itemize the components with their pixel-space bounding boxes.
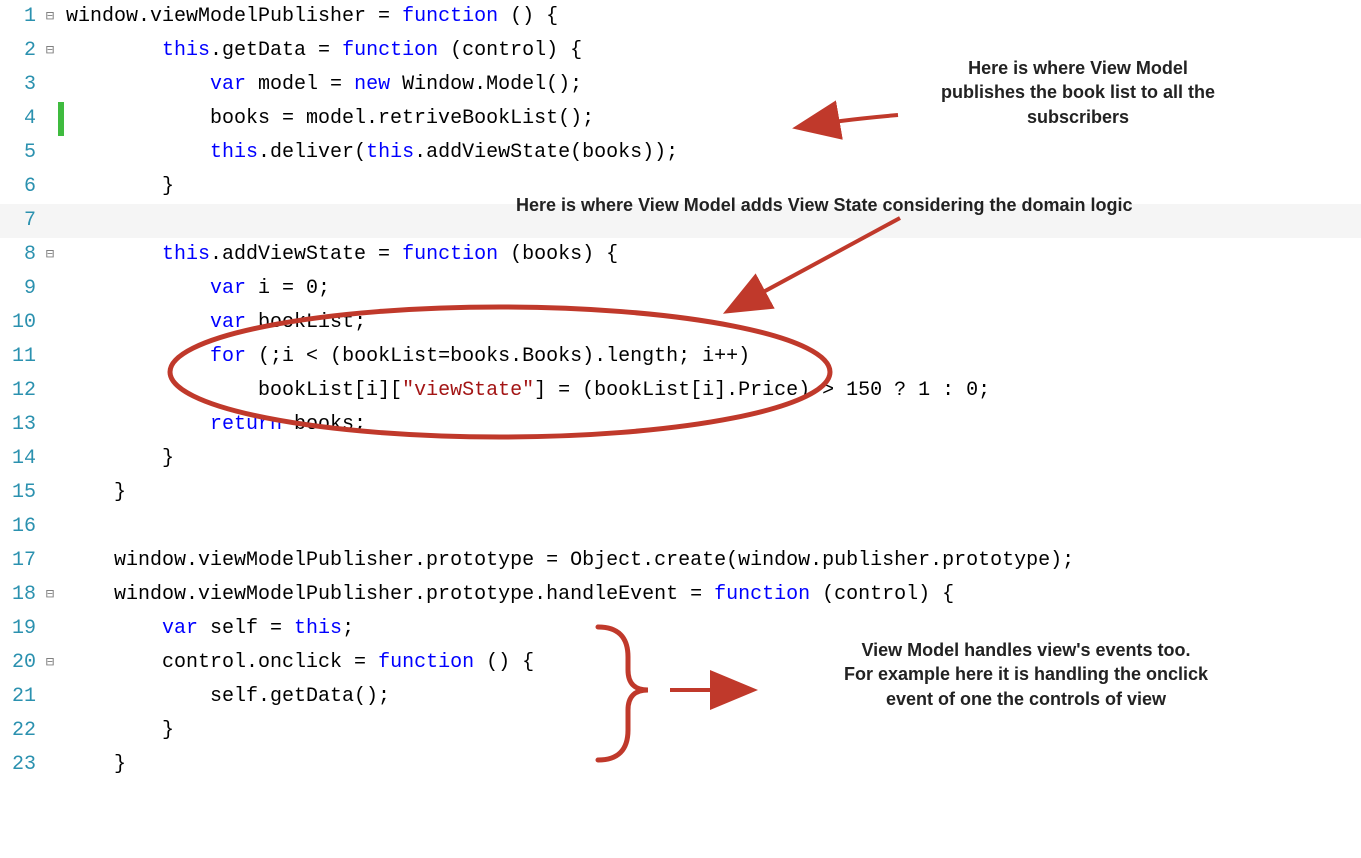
code-text[interactable]: window.viewModelPublisher.prototype.hand… — [64, 578, 954, 612]
code-text[interactable]: var self = this; — [64, 612, 354, 646]
code-text[interactable]: return books; — [64, 408, 366, 442]
code-text[interactable]: bookList[i]["viewState"] = (bookList[i].… — [64, 374, 990, 408]
code-text[interactable]: this.getData = function (control) { — [64, 34, 582, 68]
code-line[interactable]: 8⊟ this.addViewState = function (books) … — [0, 238, 1361, 272]
code-line[interactable]: 18⊟ window.viewModelPublisher.prototype.… — [0, 578, 1361, 612]
code-text[interactable]: books = model.retriveBookList(); — [64, 102, 594, 136]
fold-toggle[interactable]: ⊟ — [42, 238, 58, 272]
line-number: 23 — [0, 748, 42, 782]
code-line[interactable]: 14 } — [0, 442, 1361, 476]
line-number: 21 — [0, 680, 42, 714]
code-line[interactable]: 9 var i = 0; — [0, 272, 1361, 306]
code-text[interactable]: window.viewModelPublisher.prototype = Ob… — [64, 544, 1074, 578]
line-number: 18 — [0, 578, 42, 612]
line-number: 12 — [0, 374, 42, 408]
change-marker — [58, 204, 64, 238]
line-number: 22 — [0, 714, 42, 748]
code-text[interactable]: } — [64, 170, 174, 204]
line-number: 17 — [0, 544, 42, 578]
line-number: 20 — [0, 646, 42, 680]
line-number: 7 — [0, 204, 42, 238]
line-number: 16 — [0, 510, 42, 544]
code-text[interactable]: var model = new Window.Model(); — [64, 68, 582, 102]
line-number: 1 — [0, 0, 42, 34]
code-line[interactable]: 17 window.viewModelPublisher.prototype =… — [0, 544, 1361, 578]
line-number: 3 — [0, 68, 42, 102]
annotation-publish: Here is where View Model publishes the b… — [898, 56, 1258, 129]
code-text[interactable]: } — [64, 442, 174, 476]
code-line[interactable]: 12 bookList[i]["viewState"] = (bookList[… — [0, 374, 1361, 408]
line-number: 9 — [0, 272, 42, 306]
code-text[interactable]: this.deliver(this.addViewState(books)); — [64, 136, 678, 170]
code-text[interactable]: var bookList; — [64, 306, 366, 340]
code-line[interactable]: 16 — [0, 510, 1361, 544]
line-number: 5 — [0, 136, 42, 170]
change-marker — [58, 510, 64, 544]
code-text[interactable]: } — [64, 748, 126, 782]
code-text[interactable]: for (;i < (bookList=books.Books).length;… — [64, 340, 750, 374]
line-number: 15 — [0, 476, 42, 510]
code-text[interactable]: } — [64, 714, 174, 748]
line-number: 6 — [0, 170, 42, 204]
line-number: 19 — [0, 612, 42, 646]
code-line[interactable]: 23 } — [0, 748, 1361, 782]
line-number: 4 — [0, 102, 42, 136]
code-text[interactable]: window.viewModelPublisher = function () … — [64, 0, 558, 34]
annotation-events: View Model handles view's events too. Fo… — [766, 638, 1286, 711]
fold-toggle[interactable]: ⊟ — [42, 646, 58, 680]
line-number: 10 — [0, 306, 42, 340]
annotation-viewstate: Here is where View Model adds View State… — [516, 193, 1361, 217]
code-text[interactable]: control.onclick = function () { — [64, 646, 534, 680]
line-number: 2 — [0, 34, 42, 68]
code-text[interactable]: var i = 0; — [64, 272, 330, 306]
code-line[interactable]: 22 } — [0, 714, 1361, 748]
fold-toggle[interactable]: ⊟ — [42, 578, 58, 612]
code-line[interactable]: 15 } — [0, 476, 1361, 510]
code-editor: 1⊟window.viewModelPublisher = function (… — [0, 0, 1361, 858]
fold-toggle[interactable]: ⊟ — [42, 0, 58, 34]
code-text[interactable]: } — [64, 476, 126, 510]
line-number: 8 — [0, 238, 42, 272]
code-line[interactable]: 1⊟window.viewModelPublisher = function (… — [0, 0, 1361, 34]
code-text[interactable]: this.addViewState = function (books) { — [64, 238, 618, 272]
fold-toggle[interactable]: ⊟ — [42, 34, 58, 68]
code-text[interactable]: self.getData(); — [64, 680, 390, 714]
code-line[interactable]: 11 for (;i < (bookList=books.Books).leng… — [0, 340, 1361, 374]
code-line[interactable]: 13 return books; — [0, 408, 1361, 442]
code-line[interactable]: 10 var bookList; — [0, 306, 1361, 340]
line-number: 13 — [0, 408, 42, 442]
line-number: 11 — [0, 340, 42, 374]
line-number: 14 — [0, 442, 42, 476]
code-line[interactable]: 5 this.deliver(this.addViewState(books))… — [0, 136, 1361, 170]
